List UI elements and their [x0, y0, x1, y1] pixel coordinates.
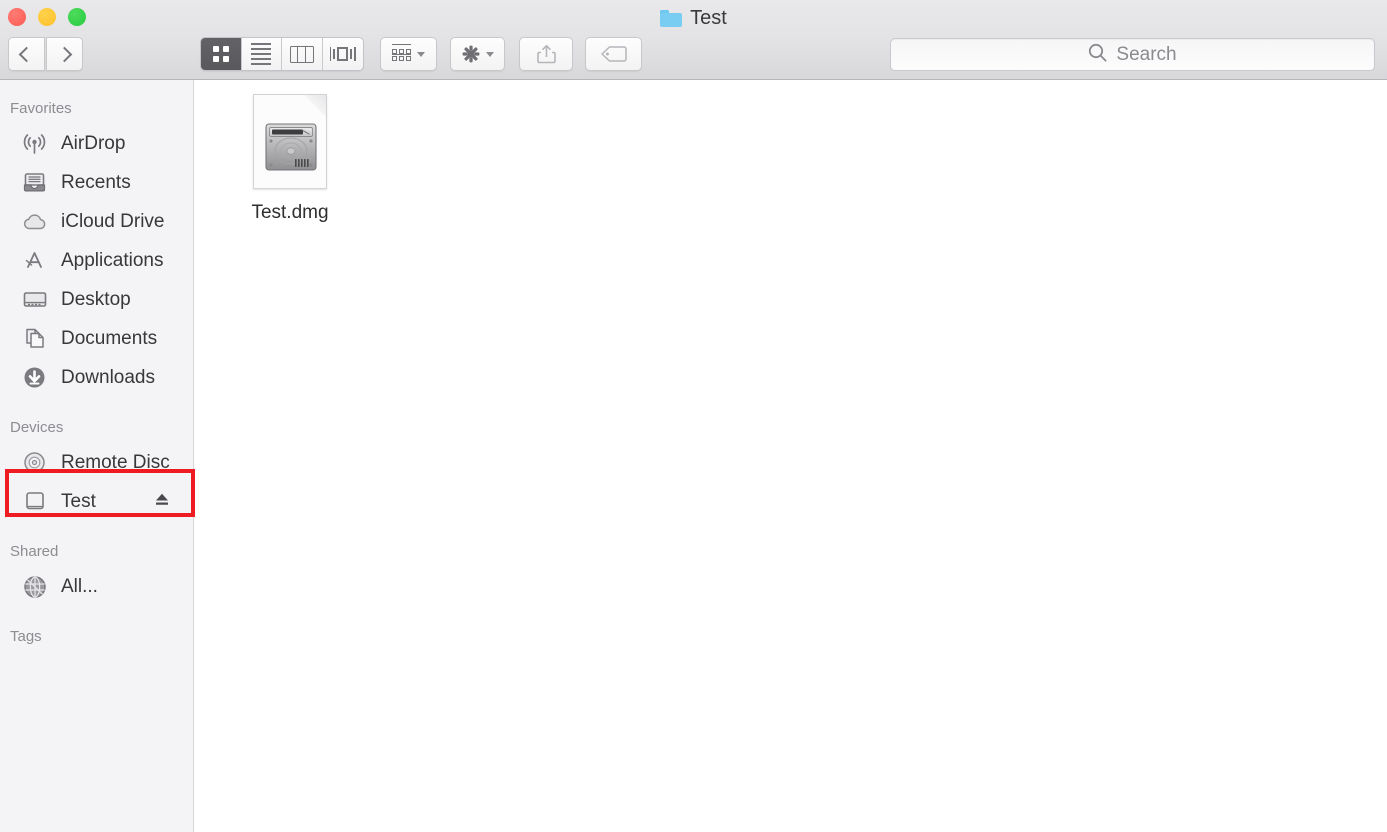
list-view-button[interactable]: [242, 38, 282, 70]
sidebar-item-all[interactable]: All...: [0, 567, 193, 606]
columns-icon: [289, 45, 314, 63]
chevron-down-icon: [485, 51, 494, 57]
sidebar-item-label: Downloads: [61, 366, 155, 388]
optical-disc-icon: [21, 449, 48, 476]
icon-view-button[interactable]: [201, 38, 242, 70]
eject-icon[interactable]: [153, 490, 171, 513]
sidebar-item-label: All...: [61, 575, 98, 597]
grid-icon: [212, 46, 229, 62]
icloud-icon: [21, 208, 48, 235]
page-title: Test: [0, 4, 1387, 32]
coverflow-icon: [329, 45, 356, 63]
sidebar-item-label: Desktop: [61, 288, 131, 310]
sidebar-item-icloud-drive[interactable]: iCloud Drive: [0, 202, 193, 241]
share-icon: [536, 44, 556, 64]
documents-icon: [21, 325, 48, 352]
share-button[interactable]: [519, 37, 573, 71]
applications-icon: [21, 247, 48, 274]
chevron-left-icon: [18, 46, 35, 62]
finder-window: Test Search Favorites AirDrop Recents iC…: [0, 0, 1387, 832]
coverflow-view-button[interactable]: [323, 38, 363, 70]
file-list-area[interactable]: Test.dmg: [195, 80, 1387, 832]
downloads-icon: [21, 364, 48, 391]
tag-icon: [600, 46, 627, 62]
sidebar-item-documents[interactable]: Documents: [0, 319, 193, 358]
back-button[interactable]: [8, 37, 45, 71]
sidebar-item-label: Remote Disc: [61, 451, 170, 473]
file-item-label: Test.dmg: [251, 202, 329, 223]
forward-button[interactable]: [46, 37, 83, 71]
sidebar-item-label: Applications: [61, 249, 164, 271]
sidebar-item-recents[interactable]: Recents: [0, 163, 193, 202]
recents-icon: [21, 169, 48, 196]
sidebar-item-desktop[interactable]: Desktop: [0, 280, 193, 319]
arrange-button[interactable]: [380, 37, 437, 71]
desktop-icon: [21, 286, 48, 313]
airdrop-icon: [21, 130, 48, 157]
window-title-text: Test: [690, 6, 727, 29]
gear-icon: [462, 45, 480, 63]
view-mode-group: [200, 37, 364, 71]
sidebar-item-label: Recents: [61, 171, 131, 193]
disk-image-file-icon: [253, 94, 327, 189]
file-item-test-dmg[interactable]: Test.dmg: [229, 94, 351, 224]
sidebar-item-label: iCloud Drive: [61, 210, 165, 232]
sidebar-item-applications[interactable]: Applications: [0, 241, 193, 280]
sidebar-section-favorites: Favorites: [10, 100, 72, 117]
tags-button[interactable]: [585, 37, 642, 71]
sidebar-item-label: Documents: [61, 327, 158, 349]
window-titlebar: Test Search: [0, 0, 1387, 80]
action-button[interactable]: [450, 37, 505, 71]
sidebar-item-test[interactable]: Test: [0, 482, 193, 521]
hard-drive-icon: [21, 488, 48, 515]
sidebar-section-devices: Devices: [10, 419, 64, 436]
folder-icon: [660, 9, 683, 27]
sidebar-item-remote-disc[interactable]: Remote Disc: [0, 443, 193, 482]
sidebar-item-label: Test: [61, 490, 96, 512]
chevron-down-icon: [417, 51, 425, 57]
column-view-button[interactable]: [282, 38, 323, 70]
list-icon: [251, 43, 272, 65]
search-input[interactable]: Search: [890, 38, 1375, 71]
sidebar-item-airdrop[interactable]: AirDrop: [0, 124, 193, 163]
sidebar-item-label: AirDrop: [61, 132, 126, 154]
sidebar-item-downloads[interactable]: Downloads: [0, 358, 193, 397]
sidebar-section-tags: Tags: [10, 628, 42, 645]
search-placeholder: Search: [1116, 43, 1177, 65]
search-icon: [1088, 43, 1107, 67]
chevron-right-icon: [56, 46, 73, 62]
sidebar-section-shared: Shared: [10, 543, 59, 560]
arrange-icon: [392, 44, 411, 61]
network-globe-icon: [21, 573, 48, 600]
sidebar: Favorites AirDrop Recents iCloud Drive A…: [0, 80, 194, 832]
